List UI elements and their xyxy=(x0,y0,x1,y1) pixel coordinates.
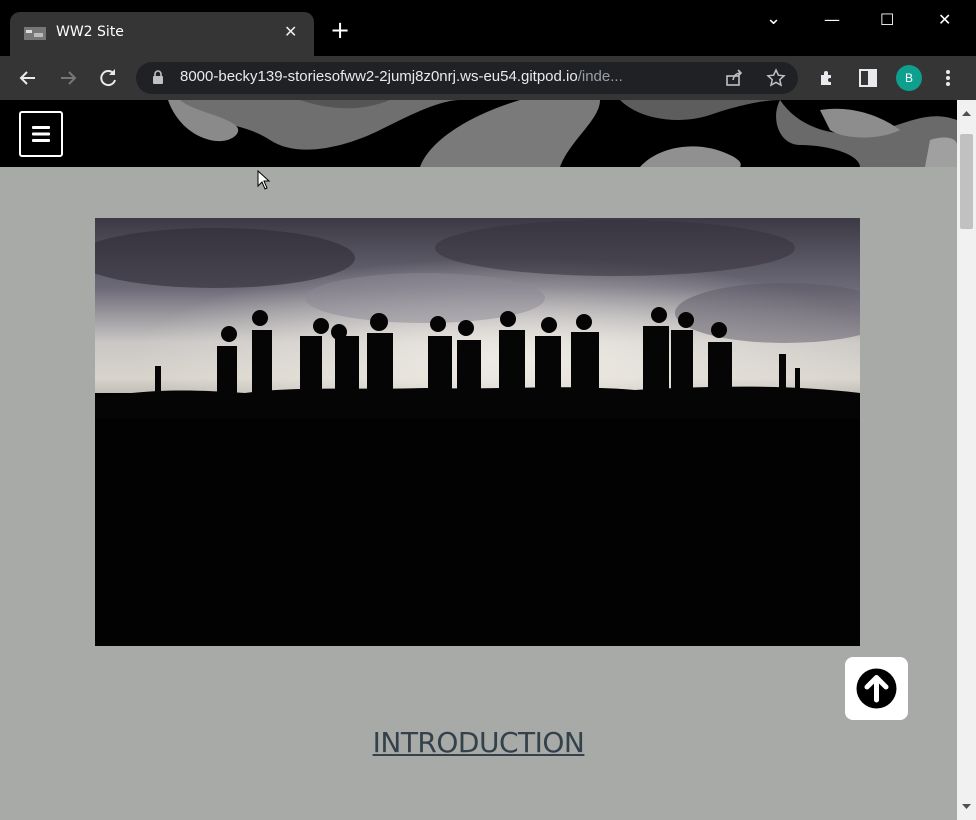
scrollbar-thumb[interactable] xyxy=(960,134,973,229)
tab-ww2-site[interactable]: WW2 Site ✕ xyxy=(10,12,314,56)
side-panel-icon[interactable] xyxy=(856,66,880,90)
site-header-camo xyxy=(0,100,957,167)
extensions-puzzle-icon[interactable] xyxy=(816,66,840,90)
hamburger-menu-button[interactable] xyxy=(19,111,63,157)
close-window-button[interactable]: ✕ xyxy=(938,10,951,29)
page-scrollbar[interactable] xyxy=(957,100,976,820)
minimize-button[interactable]: — xyxy=(824,10,840,29)
tab-close-icon[interactable]: ✕ xyxy=(284,22,297,41)
new-tab-button[interactable]: + xyxy=(330,18,350,42)
forward-arrow-icon[interactable] xyxy=(56,66,80,90)
maximize-button[interactable]: ☐ xyxy=(880,10,894,29)
back-arrow-icon[interactable] xyxy=(16,66,40,90)
lock-icon[interactable] xyxy=(152,70,164,84)
camo-pattern-decoration xyxy=(168,100,957,167)
hero-image-soldiers xyxy=(95,218,860,646)
address-bar[interactable]: 8000-becky139-storiesofww2-2jumj8z0nrj.w… xyxy=(136,62,798,94)
browser-menu-kebab-icon[interactable] xyxy=(936,66,960,90)
page-viewport: INTRODUCTION xyxy=(0,100,957,820)
scroll-down-arrow-icon[interactable] xyxy=(957,800,976,814)
tab-strip: WW2 Site ✕ + ⌄ — ☐ ✕ xyxy=(0,0,976,56)
reload-icon[interactable] xyxy=(96,66,120,90)
arrow-up-circle-icon xyxy=(856,668,897,709)
introduction-heading[interactable]: INTRODUCTION xyxy=(0,726,957,759)
site-favicon-icon xyxy=(24,27,46,40)
browser-toolbar: 8000-becky139-storiesofww2-2jumj8z0nrj.w… xyxy=(0,56,976,100)
profile-avatar[interactable]: B xyxy=(896,65,922,91)
scroll-up-arrow-icon[interactable] xyxy=(957,106,976,120)
tab-search-chevron-icon[interactable]: ⌄ xyxy=(766,8,781,29)
share-icon[interactable] xyxy=(724,68,744,88)
back-to-top-button[interactable] xyxy=(845,657,908,720)
hamburger-menu-icon xyxy=(32,126,50,142)
mouse-cursor-icon xyxy=(257,170,271,190)
soldiers-silhouette-image xyxy=(95,218,860,646)
bookmark-star-icon[interactable] xyxy=(766,68,786,88)
url-text[interactable]: 8000-becky139-storiesofww2-2jumj8z0nrj.w… xyxy=(180,68,623,85)
tab-title: WW2 Site xyxy=(56,24,124,40)
